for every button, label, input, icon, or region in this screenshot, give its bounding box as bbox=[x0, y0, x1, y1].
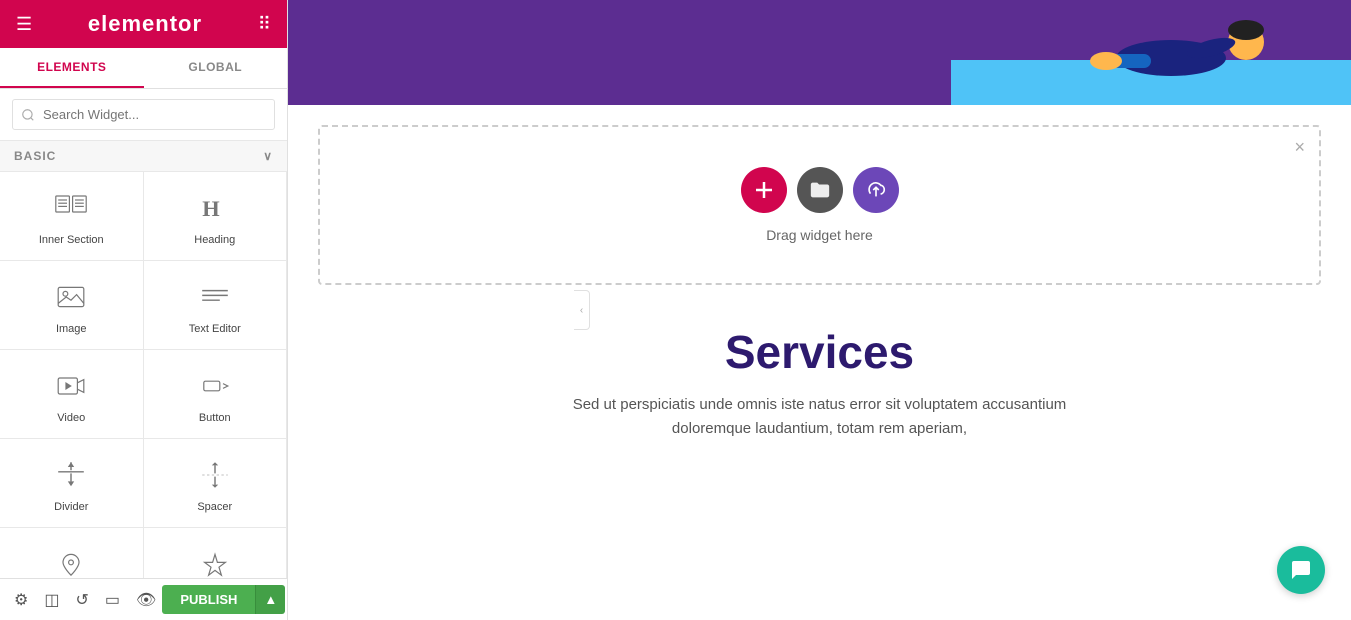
chat-button[interactable] bbox=[1277, 546, 1325, 594]
star-rating-icon bbox=[197, 546, 233, 578]
plus-icon bbox=[753, 179, 775, 201]
tab-elements[interactable]: ELEMENTS bbox=[0, 48, 144, 88]
services-description: Sed ut perspiciatis unde omnis iste natu… bbox=[540, 393, 1100, 441]
publish-button[interactable]: PUBLISH bbox=[162, 585, 255, 614]
heading-icon: H bbox=[197, 190, 233, 226]
widget-text-editor[interactable]: Text Editor bbox=[144, 261, 288, 350]
collapse-sidebar-handle[interactable]: ‹ bbox=[574, 290, 590, 330]
widget-video[interactable]: Video bbox=[0, 350, 144, 439]
text-editor-icon bbox=[197, 279, 233, 315]
spacer-icon bbox=[197, 457, 233, 493]
video-icon bbox=[53, 368, 89, 404]
folder-icon bbox=[809, 179, 831, 201]
inner-section-icon bbox=[53, 190, 89, 226]
sidebar: ☰ elementor ⠿ ELEMENTS GLOBAL BASIC ∨ bbox=[0, 0, 288, 620]
bottom-toolbar: ⚙ ◫ ↺ ▭ 👁 PUBLISH ▲ bbox=[0, 578, 287, 620]
button-label: Button bbox=[199, 412, 231, 424]
widget-map[interactable]: Map bbox=[0, 528, 144, 578]
banner-illustration bbox=[951, 0, 1351, 105]
preview-icon[interactable]: 👁 bbox=[130, 584, 162, 616]
top-banner bbox=[288, 0, 1351, 105]
basic-label-text: BASIC bbox=[14, 149, 56, 163]
drop-zone-wrapper: × bbox=[288, 105, 1351, 295]
settings-icon[interactable]: ⚙ bbox=[8, 584, 34, 616]
responsive-icon[interactable]: ▭ bbox=[99, 584, 126, 616]
heading-label: Heading bbox=[194, 234, 235, 246]
widget-star-rating[interactable]: Star Rating bbox=[144, 528, 288, 578]
close-drop-zone-button[interactable]: × bbox=[1294, 137, 1305, 158]
sidebar-header: ☰ elementor ⠿ bbox=[0, 0, 287, 48]
divider-icon bbox=[53, 457, 89, 493]
sidebar-tabs: ELEMENTS GLOBAL bbox=[0, 48, 287, 89]
widget-heading[interactable]: H Heading bbox=[144, 172, 288, 261]
tab-global[interactable]: GLOBAL bbox=[144, 48, 288, 88]
history-icon[interactable]: ↺ bbox=[69, 584, 94, 616]
widget-grid: Inner Section H Heading Image bbox=[0, 172, 287, 578]
basic-section-label: BASIC ∨ bbox=[0, 141, 287, 172]
apps-icon[interactable]: ⠿ bbox=[258, 14, 271, 35]
publish-dropdown-button[interactable]: ▲ bbox=[255, 585, 285, 614]
widget-image[interactable]: Image bbox=[0, 261, 144, 350]
widget-spacer[interactable]: Spacer bbox=[144, 439, 288, 528]
button-icon bbox=[197, 368, 233, 404]
folder-widget-button[interactable] bbox=[797, 167, 843, 213]
widget-button[interactable]: Button bbox=[144, 350, 288, 439]
widget-action-buttons bbox=[741, 167, 899, 213]
chat-icon bbox=[1289, 558, 1313, 582]
cloud-widget-button[interactable] bbox=[853, 167, 899, 213]
drop-zone: × bbox=[318, 125, 1321, 285]
inner-section-label: Inner Section bbox=[39, 234, 104, 246]
text-editor-label: Text Editor bbox=[189, 323, 241, 335]
image-icon bbox=[53, 279, 89, 315]
divider-label: Divider bbox=[54, 501, 88, 513]
cloud-upload-icon bbox=[865, 179, 887, 201]
svg-text:H: H bbox=[202, 196, 220, 221]
services-section: Services Sed ut perspiciatis unde omnis … bbox=[288, 295, 1351, 620]
map-icon bbox=[53, 546, 89, 578]
elementor-logo: elementor bbox=[88, 11, 202, 37]
video-label: Video bbox=[57, 412, 85, 424]
add-widget-button[interactable] bbox=[741, 167, 787, 213]
layers-icon[interactable]: ◫ bbox=[38, 584, 65, 616]
drag-label: Drag widget here bbox=[766, 227, 873, 243]
search-input[interactable] bbox=[12, 99, 275, 130]
search-container bbox=[0, 89, 287, 141]
publish-group: PUBLISH ▲ bbox=[162, 585, 285, 614]
services-title: Services bbox=[725, 325, 914, 379]
image-label: Image bbox=[56, 323, 87, 335]
widget-inner-section[interactable]: Inner Section bbox=[0, 172, 144, 261]
basic-collapse-icon[interactable]: ∨ bbox=[263, 149, 273, 163]
hamburger-icon[interactable]: ☰ bbox=[16, 14, 32, 35]
spacer-label: Spacer bbox=[197, 501, 232, 513]
widget-divider[interactable]: Divider bbox=[0, 439, 144, 528]
main-content: ‹ × bbox=[288, 0, 1351, 620]
